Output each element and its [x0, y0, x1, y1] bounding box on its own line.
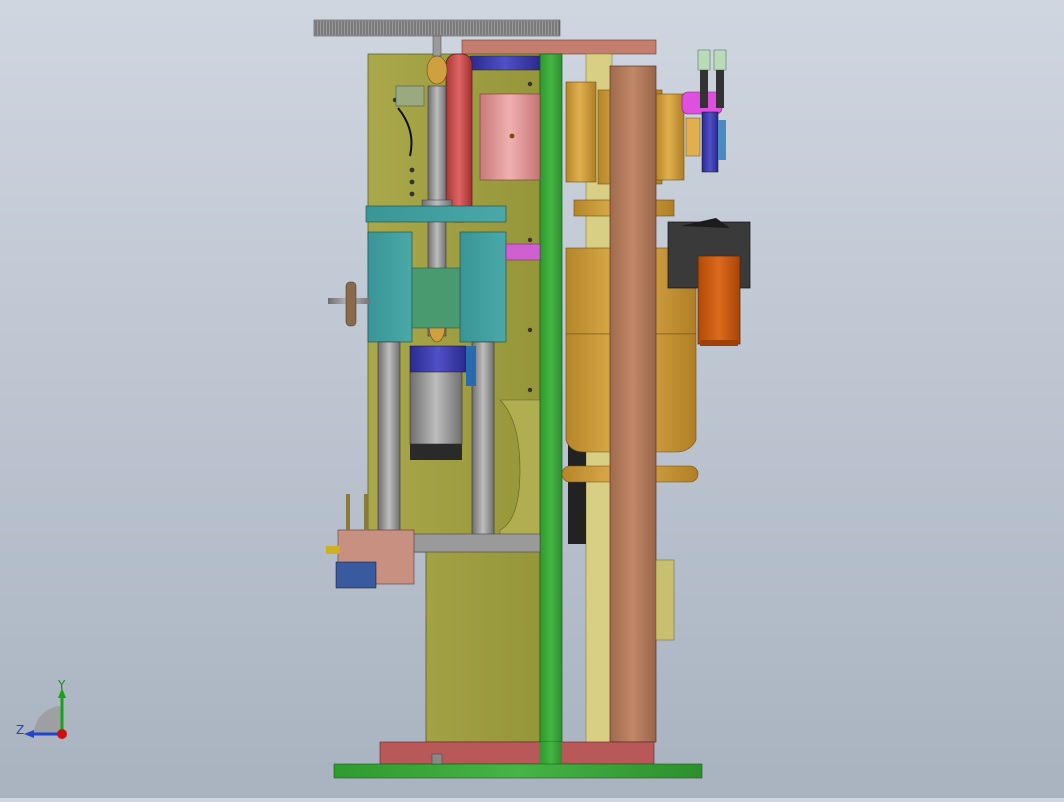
- right-side-block: [655, 559, 675, 641]
- cad-model-drawing: Y Z: [16, 19, 751, 779]
- red-drive-wheel: [445, 53, 473, 223]
- machine-base: [333, 741, 703, 779]
- upper-blue-strip: [469, 55, 541, 71]
- triad-y-label: Y: [57, 678, 66, 692]
- green-vertical-plate: [539, 53, 563, 745]
- axis-triad: Y Z: [16, 678, 67, 739]
- teal-crossbar: [365, 205, 507, 223]
- orange-junction-box: [697, 255, 741, 346]
- right-sensor-assembly: [681, 49, 727, 173]
- salmon-roller: [479, 93, 541, 181]
- cad-viewport[interactable]: Y Z: [0, 0, 1064, 798]
- left-handwheel: [328, 281, 370, 327]
- copper-tall-column: [609, 65, 657, 743]
- triad-z-label: Z: [16, 723, 24, 737]
- black-slot: [568, 440, 586, 544]
- top-gear-rack: [313, 19, 561, 37]
- top-crossbar: [461, 39, 657, 55]
- magenta-bracket: [505, 243, 541, 261]
